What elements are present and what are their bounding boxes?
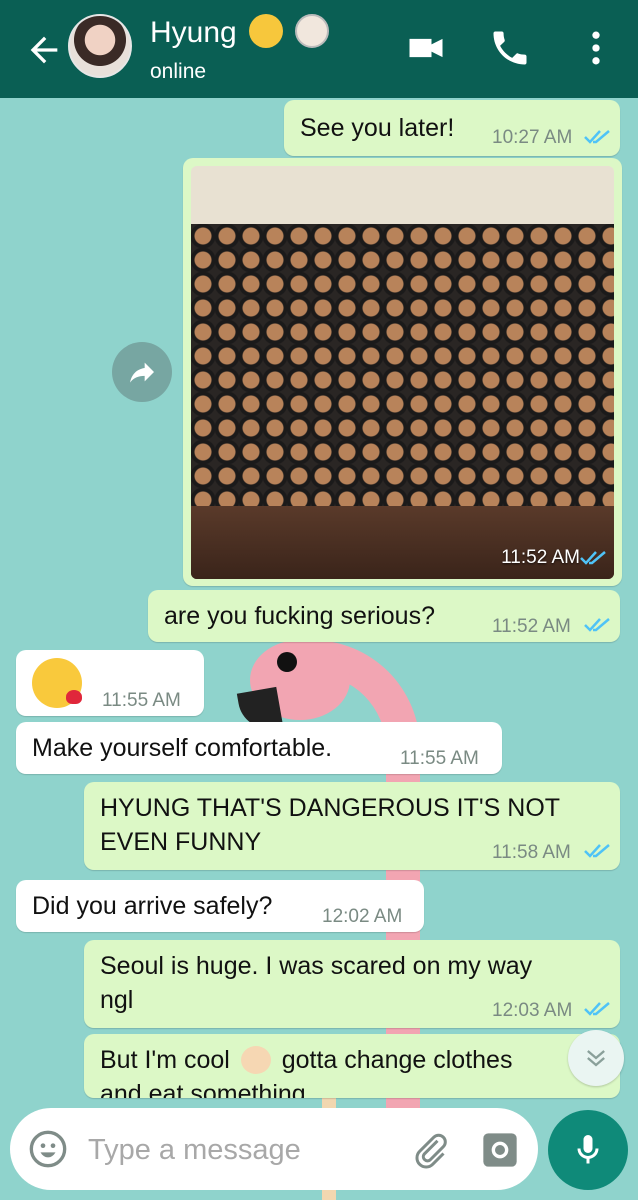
message-time: 11:55 AM — [102, 690, 181, 711]
message-text-line: But I'm cool gotta change clothes — [100, 1044, 512, 1077]
camera-icon[interactable] — [480, 1130, 520, 1170]
message-time: 12:02 AM — [322, 906, 403, 927]
message-text: Make yourself comfortable. — [32, 734, 333, 762]
photo-doormat — [191, 224, 614, 514]
message-time: 11:52 AM — [492, 616, 571, 637]
contact-status: online — [150, 60, 207, 83]
message-bubble-outgoing[interactable]: But I'm cool gotta change clothes and ea… — [84, 1034, 620, 1098]
kissing-face-emoji — [249, 14, 284, 48]
message-text: Did you arrive safely? — [32, 892, 273, 920]
message-time: 10:27 AM — [492, 127, 573, 148]
contact-name[interactable]: Hyung — [150, 14, 330, 50]
read-ticks-icon — [584, 130, 610, 144]
avatar[interactable] — [68, 14, 132, 78]
message-text-part: But I'm cool — [100, 1046, 230, 1074]
message-text-line: EVEN FUNNY — [100, 828, 262, 856]
message-time: 12:03 AM — [492, 1000, 573, 1021]
message-input[interactable] — [86, 1128, 400, 1172]
message-bubble-incoming[interactable]: 11:55 AM — [16, 650, 204, 716]
forward-button[interactable] — [112, 342, 172, 402]
message-text-line: and eat something — [100, 1080, 306, 1098]
wallpaper-flamingo-eye — [277, 652, 297, 672]
read-ticks-icon — [584, 1002, 610, 1016]
face-blowing-kiss-emoji — [32, 658, 82, 708]
more-vert-icon[interactable] — [574, 26, 618, 70]
message-text: are you fucking serious? — [164, 602, 435, 630]
message-bubble-outgoing[interactable]: Seoul is huge. I was scared on my way ng… — [84, 940, 620, 1028]
phone-icon[interactable] — [488, 26, 532, 70]
cook-emoji — [295, 14, 330, 48]
message-bubble-outgoing[interactable]: are you fucking serious? 11:52 AM — [148, 590, 620, 642]
double-chevron-down-icon — [587, 1050, 605, 1067]
message-time: 11:58 AM — [492, 842, 571, 863]
read-ticks-icon — [584, 618, 610, 632]
read-ticks-icon — [584, 844, 610, 858]
read-ticks-icon — [580, 551, 606, 565]
video-call-icon[interactable] — [404, 26, 448, 70]
message-composer — [10, 1108, 538, 1190]
mic-icon — [577, 1135, 599, 1164]
message-text-line: HYUNG THAT'S DANGEROUS IT'S NOT — [100, 794, 561, 822]
ok-hand-emoji — [240, 1046, 271, 1074]
message-bubble-outgoing[interactable]: HYUNG THAT'S DANGEROUS IT'S NOT EVEN FUN… — [84, 782, 620, 870]
message-time: 11:55 AM — [400, 748, 479, 769]
contact-name-text: Hyung — [150, 16, 237, 49]
message-photo[interactable]: 11:52 AM — [191, 166, 614, 579]
scroll-to-bottom-button[interactable] — [568, 1030, 624, 1086]
message-text-part: gotta change clothes — [281, 1046, 513, 1074]
heart-icon — [66, 690, 82, 704]
forward-icon — [130, 362, 154, 383]
voice-message-button[interactable] — [548, 1110, 628, 1190]
message-bubble-outgoing[interactable]: See you later! 10:27 AM — [284, 100, 620, 156]
attach-icon[interactable] — [410, 1130, 450, 1170]
message-text: See you later! — [300, 114, 455, 142]
chat-header: Hyung online — [0, 0, 638, 98]
message-bubble-incoming[interactable]: Did you arrive safely? 12:02 AM — [16, 880, 424, 932]
message-time: 11:52 AM — [501, 547, 580, 568]
message-text-line: Seoul is huge. I was scared on my way — [100, 952, 533, 980]
message-text-line: ngl — [100, 986, 134, 1014]
emoji-icon[interactable] — [28, 1129, 68, 1169]
message-bubble-incoming[interactable]: Make yourself comfortable. 11:55 AM — [16, 722, 502, 774]
back-arrow-icon[interactable] — [24, 30, 64, 70]
